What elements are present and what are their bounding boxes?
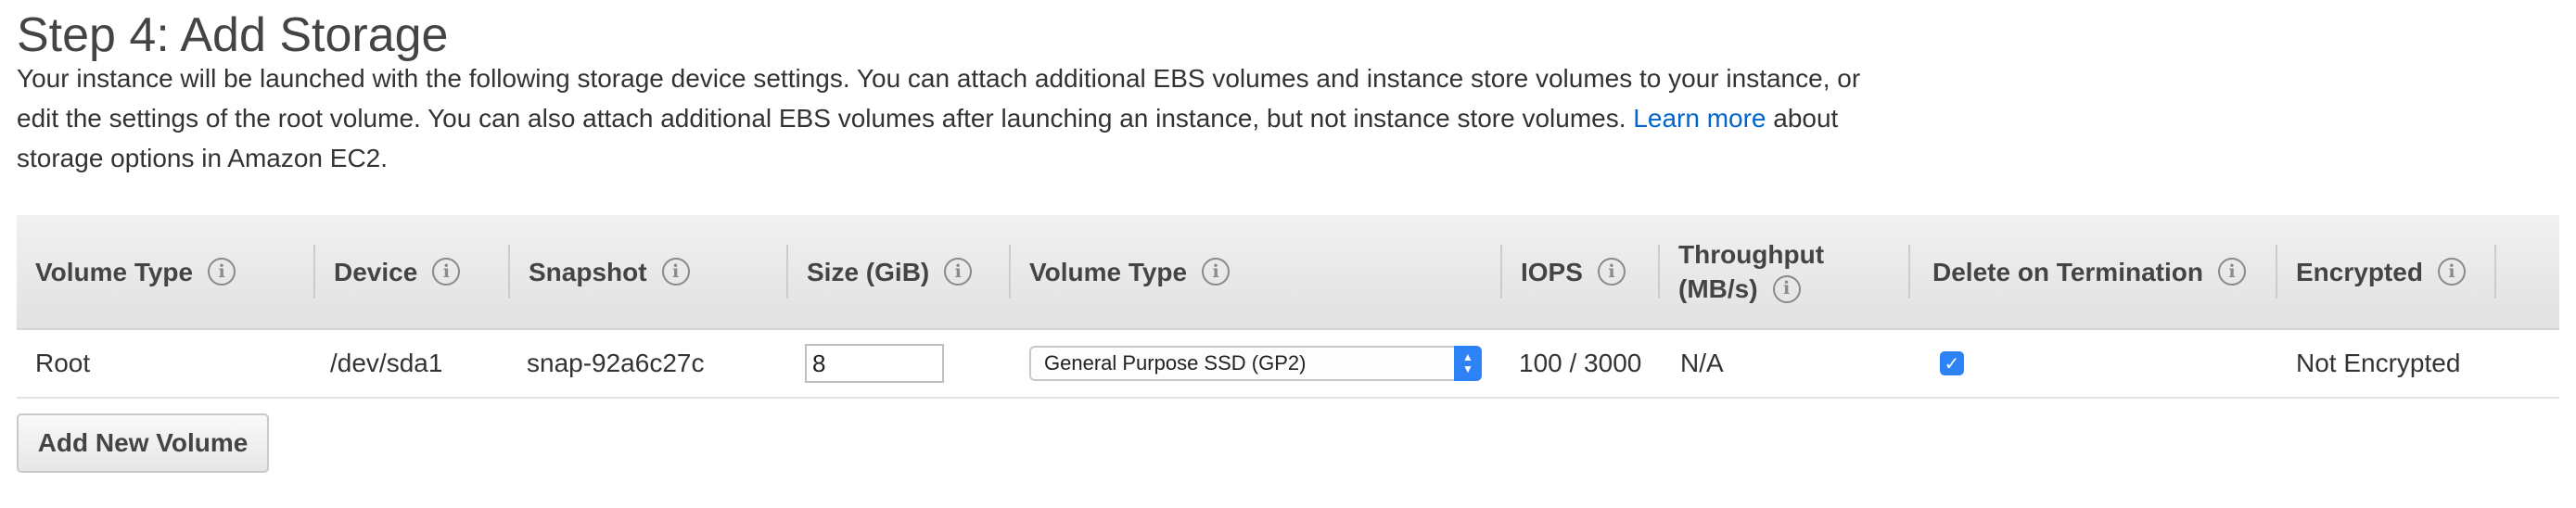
column-divider	[1500, 245, 1502, 298]
header-label: Throughput	[1678, 240, 1825, 269]
cell-snapshot: snap-92a6c27c	[527, 349, 705, 377]
header-device: Device i	[334, 215, 461, 328]
info-icon[interactable]: i	[208, 258, 236, 286]
header-label-unit: (MB/s)	[1678, 274, 1758, 303]
header-label: Delete on Termination	[1932, 257, 2203, 286]
description-line-2-tail: about	[1773, 104, 1839, 133]
header-volume-type: Volume Type i	[35, 215, 236, 328]
cell-delete-on-termination: ✓	[1940, 330, 1964, 397]
column-divider	[313, 245, 315, 298]
column-divider	[2494, 245, 2496, 298]
cell-size	[805, 330, 944, 397]
header-encrypted: Encrypted i	[2296, 215, 2466, 328]
column-divider	[786, 245, 788, 298]
header-size: Size (GiB) i	[807, 215, 973, 328]
cell-iops: 100 / 3000	[1519, 349, 1642, 377]
cell-encrypted: Not Encrypted	[2296, 349, 2461, 377]
header-snapshot: Snapshot i	[529, 215, 690, 328]
info-icon[interactable]: i	[1597, 258, 1626, 286]
description-line-2: edit the settings of the root volume. Yo…	[17, 104, 1626, 133]
header-label: Encrypted	[2296, 257, 2423, 286]
info-icon[interactable]: i	[2437, 258, 2466, 286]
column-divider	[508, 245, 510, 298]
add-new-volume-button[interactable]: Add New Volume	[17, 413, 269, 473]
learn-more-link[interactable]: Learn more	[1633, 104, 1766, 133]
table-row: Root /dev/sda1 snap-92a6c27c General Pur…	[17, 330, 2559, 399]
cell-throughput: N/A	[1680, 349, 1724, 377]
header-label: IOPS	[1521, 257, 1583, 286]
header-label: Volume Type	[35, 257, 194, 286]
header-throughput: Throughput (MB/s) i	[1678, 215, 1824, 328]
description-line-1: Your instance will be launched with the …	[17, 64, 1861, 93]
table-header: Volume Type i Device i Snapshot i Size (…	[17, 215, 2559, 330]
volume-type-select[interactable]: General Purpose SSD (GP2) ▲ ▼	[1029, 346, 1482, 381]
info-icon[interactable]: i	[661, 258, 690, 286]
delete-on-termination-checkbox[interactable]: ✓	[1940, 351, 1964, 375]
page-title: Step 4: Add Storage	[17, 8, 449, 62]
checkbox-checked-icon: ✓	[1944, 352, 1960, 375]
description-line-3: storage options in Amazon EC2.	[17, 144, 389, 172]
header-label: Volume Type	[1029, 257, 1188, 286]
header-label: Snapshot	[529, 257, 647, 286]
cell-device: /dev/sda1	[330, 349, 443, 377]
info-icon[interactable]: i	[944, 258, 973, 286]
cell-volume-type: Root	[35, 349, 91, 377]
size-input[interactable]	[805, 344, 944, 383]
volume-type-selected-value: General Purpose SSD (GP2)	[1044, 351, 1307, 375]
info-icon[interactable]: i	[2217, 258, 2246, 286]
header-delete-on-termination: Delete on Termination i	[1932, 215, 2246, 328]
header-volume-type-select: Volume Type i	[1029, 215, 1231, 328]
storage-table: Volume Type i Device i Snapshot i Size (…	[17, 215, 2559, 399]
select-arrows-icon: ▲ ▼	[1454, 346, 1482, 381]
page-description: Your instance will be launched with the …	[17, 58, 1927, 178]
column-divider	[1908, 245, 1910, 298]
header-label: Device	[334, 257, 418, 286]
info-icon[interactable]: i	[1772, 274, 1801, 303]
header-label: Size (GiB)	[807, 257, 930, 286]
cell-volume-type-select: General Purpose SSD (GP2) ▲ ▼	[1029, 330, 1482, 397]
info-icon[interactable]: i	[432, 258, 461, 286]
header-iops: IOPS i	[1521, 215, 1626, 328]
column-divider	[1009, 245, 1011, 298]
column-divider	[1658, 245, 1660, 298]
column-divider	[2276, 245, 2277, 298]
info-icon[interactable]: i	[1202, 258, 1231, 286]
